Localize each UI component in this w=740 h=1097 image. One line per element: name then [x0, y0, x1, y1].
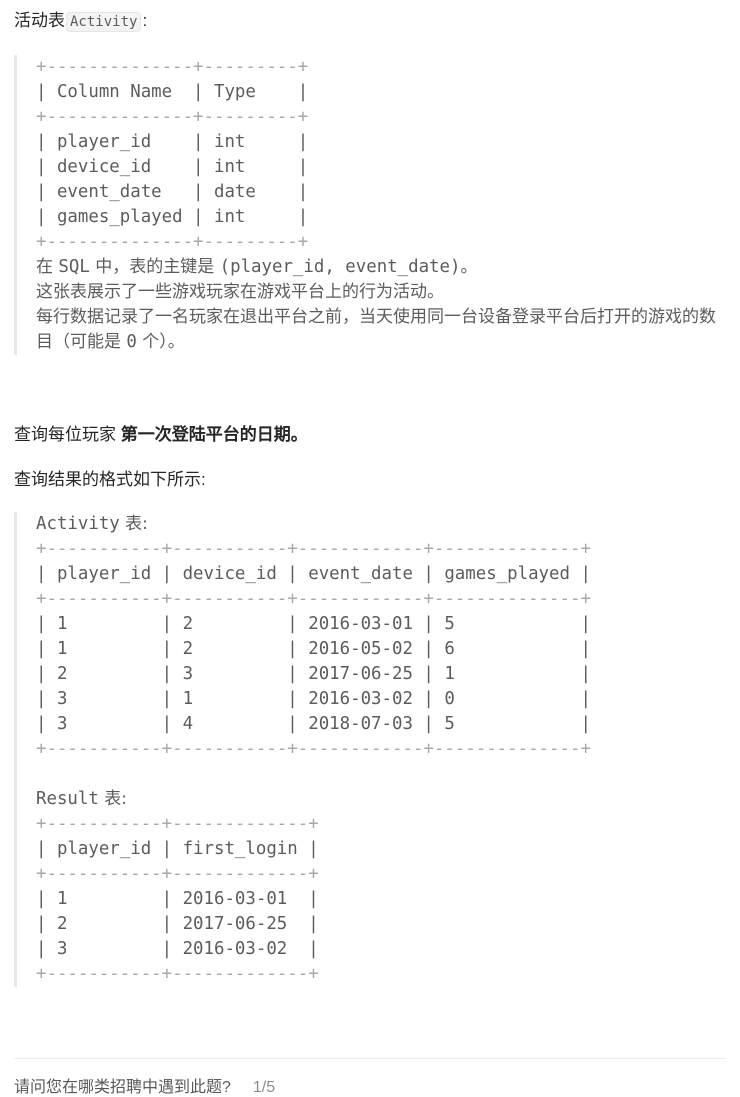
schema-blockquote: +--------------+---------+ | Column Name …: [14, 55, 726, 355]
task-prefix: 查询每位玩家: [14, 425, 121, 444]
schema-border-bottom: +--------------+---------+: [36, 232, 309, 252]
schema-row: | event_date | date |: [36, 182, 309, 202]
schema-border-mid: +--------------+---------+: [36, 107, 309, 127]
intro-prefix: 活动表: [14, 11, 65, 30]
interview-question: 请问您在哪类招聘中遇到此题?: [14, 1079, 231, 1096]
schema-description: 在 SQL 中，表的主键是 (player_id, event_date)。 这…: [36, 255, 726, 355]
table-purpose-line: 这张表展示了一些游戏玩家在游戏平台上的行为活动。: [36, 282, 444, 302]
activity-row: | 3 | 1 | 2016-03-02 | 0 |: [36, 689, 591, 709]
activity-header-row: | player_id | device_id | event_date | g…: [36, 564, 591, 584]
result-label-line: Result 表:: [36, 787, 591, 812]
sql-keyword: SQL: [58, 257, 90, 277]
row-meaning-line: 每行数据记录了一名玩家在退出平台之前，当天使用同一台设备登录平台后打开的游戏的数…: [36, 305, 726, 355]
section-divider: [14, 1058, 726, 1059]
zero-code: 0: [126, 332, 137, 352]
schema-header-row: | Column Name | Type |: [36, 82, 309, 102]
activity-row: | 1 | 2 | 2016-05-02 | 6 |: [36, 639, 591, 659]
text-fragment: 在: [36, 257, 59, 277]
result-row: | 3 | 2016-03-02 |: [36, 939, 319, 959]
table-name-code: Activity: [66, 12, 142, 32]
text-fragment: 中，表的主键是: [89, 257, 220, 277]
result-label: Result: [36, 789, 99, 809]
interview-question-footer[interactable]: 请问您在哪类招聘中遇到此题? 1/5: [14, 1073, 275, 1097]
result-border-mid: +-----------+-------------+: [36, 864, 319, 884]
activity-label: Activity: [36, 514, 120, 534]
result-border-top: +-----------+-------------+: [36, 814, 319, 834]
result-row: | 2 | 2017-06-25 |: [36, 914, 319, 934]
question-counter: 1/5: [252, 1079, 276, 1096]
result-header-row: | player_id | first_login |: [36, 839, 319, 859]
activity-row: | 2 | 3 | 2017-06-25 | 1 |: [36, 664, 591, 684]
activity-border-bottom: +-----------+-----------+------------+--…: [36, 739, 591, 759]
schema-border-top: +--------------+---------+: [36, 57, 309, 77]
activity-border-mid: +-----------+-----------+------------+--…: [36, 589, 591, 609]
schema-row: | device_id | int |: [36, 157, 309, 177]
format-intro: 查询结果的格式如下所示:: [14, 470, 206, 489]
example-block: Activity 表: +-----------+-----------+----…: [36, 512, 591, 987]
primary-key-code: (player_id, event_date): [219, 257, 461, 277]
schema-table: +--------------+---------+ | Column Name …: [36, 55, 726, 255]
result-border-bottom: +-----------+-------------+: [36, 964, 319, 984]
activity-row: | 1 | 2 | 2016-03-01 | 5 |: [36, 614, 591, 634]
result-label-suffix: 表:: [98, 789, 127, 809]
task-statement: 查询每位玩家 第一次登陆平台的日期。: [14, 423, 308, 447]
example-blockquote: Activity 表: +-----------+-----------+----…: [14, 512, 591, 987]
task-emphasis: 第一次登陆平台的日期。: [120, 425, 308, 444]
activity-border-top: +-----------+-----------+------------+--…: [36, 539, 591, 559]
activity-label-line: Activity 表:: [36, 512, 591, 537]
result-row: | 1 | 2016-03-01 |: [36, 889, 319, 909]
schema-row: | player_id | int |: [36, 132, 309, 152]
text-fragment: 个）。: [136, 332, 185, 352]
text-fragment: 。: [460, 257, 478, 277]
schema-row: | games_played | int |: [36, 207, 309, 227]
activity-row: | 3 | 4 | 2018-07-03 | 5 |: [36, 714, 591, 734]
activity-label-suffix: 表:: [119, 514, 148, 534]
intro-suffix: :: [142, 11, 148, 30]
primary-key-line: 在 SQL 中，表的主键是 (player_id, event_date)。: [36, 255, 726, 280]
intro-line: 活动表 Activity:: [14, 9, 147, 34]
